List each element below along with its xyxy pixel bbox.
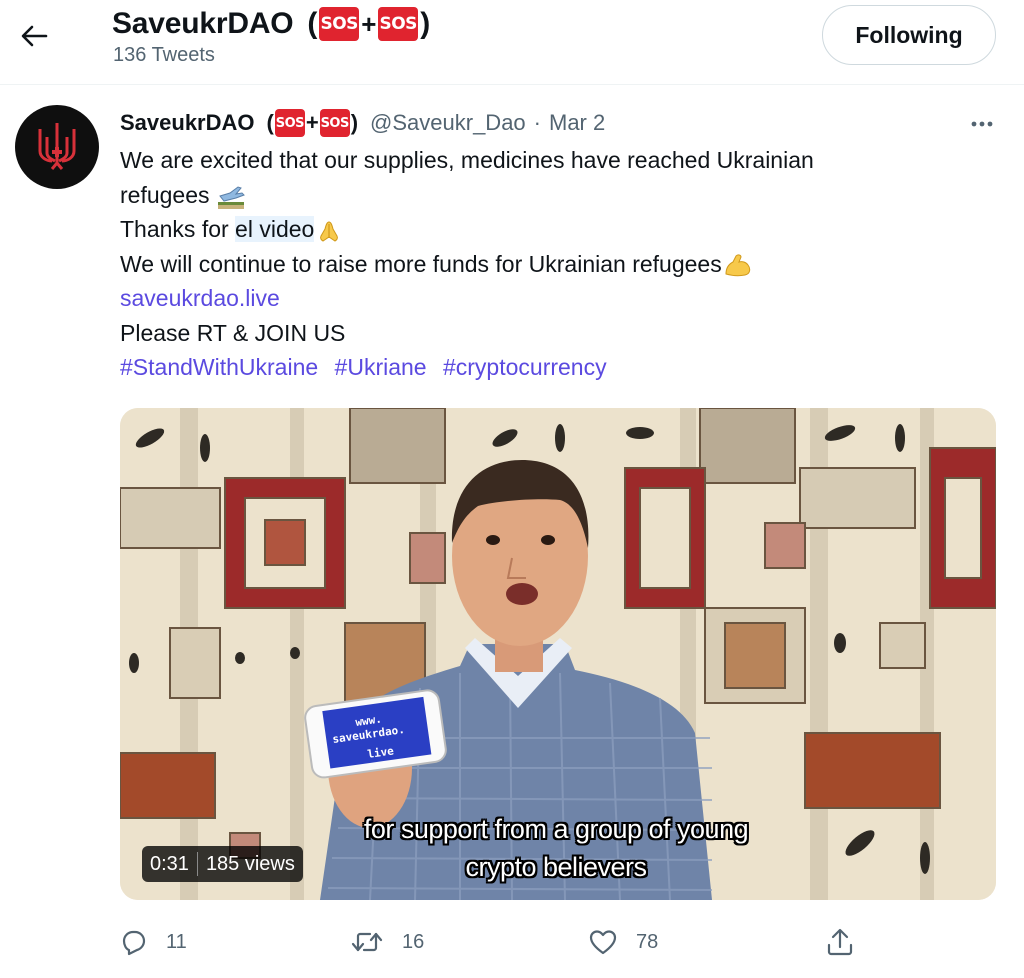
subtitle-line: for support from a group of young — [363, 814, 749, 844]
reply-button[interactable]: 11 — [120, 924, 187, 960]
avatar[interactable] — [15, 105, 99, 189]
arrow-left-icon — [21, 25, 48, 47]
hashtag-ukriane[interactable]: #Ukriane — [335, 354, 427, 380]
hashtag-standwithukraine[interactable]: #StandWithUkraine — [120, 354, 318, 380]
heart-icon — [589, 930, 617, 955]
video-stats-badge: 0:31 185 views — [142, 846, 303, 882]
sos-badge: SOS — [274, 109, 305, 137]
profile-header: SaveukrDAO ( SOS + SOS ) 136 Tweets Foll… — [0, 0, 1024, 85]
tweet-line: We will continue to raise more funds for… — [120, 250, 722, 277]
tweet-date[interactable]: Mar 2 — [549, 110, 605, 136]
tweet-line: refugees — [120, 181, 210, 208]
author-name[interactable]: SaveukrDAO — [120, 110, 255, 136]
like-count: 78 — [636, 930, 659, 953]
like-button[interactable]: 78 — [588, 924, 658, 960]
share-icon — [827, 928, 853, 956]
trident-logo-icon — [38, 123, 76, 170]
profile-name: SaveukrDAO — [112, 7, 294, 40]
flexed-biceps-emoji-icon — [725, 254, 750, 277]
more-horizontal-icon — [971, 121, 993, 127]
share-button[interactable] — [826, 924, 872, 960]
profile-title: SaveukrDAO ( SOS + SOS ) — [112, 7, 430, 41]
plus-sign: + — [361, 8, 377, 39]
back-button[interactable] — [14, 16, 54, 56]
separator: · — [533, 110, 541, 135]
sos-badge: SOS — [319, 7, 360, 41]
following-button[interactable]: Following — [822, 5, 996, 65]
video-subtitle: for support from a group of young crypto… — [256, 810, 856, 886]
sos-badge: SOS — [319, 109, 350, 137]
divider — [196, 852, 198, 876]
video-views: 185 views — [205, 852, 295, 875]
author-handle[interactable]: @Saveukr_Dao — [370, 110, 526, 136]
reply-count: 11 — [166, 930, 187, 953]
folded-hands-emoji-icon — [320, 221, 339, 242]
tweet-count: 136 Tweets — [113, 44, 215, 66]
hashtag-cryptocurrency[interactable]: #cryptocurrency — [443, 354, 607, 380]
el-video-link[interactable]: el video — [235, 216, 315, 242]
website-link[interactable]: saveukrdao.live — [120, 285, 280, 311]
more-options-button[interactable] — [960, 110, 1004, 138]
subtitle-line: crypto believers — [465, 852, 647, 882]
retweet-icon — [351, 932, 383, 952]
sos-badge: SOS — [378, 7, 419, 41]
tweet-line: Please RT & JOIN US — [120, 319, 346, 346]
reply-icon — [122, 930, 146, 956]
retweet-button[interactable]: 16 — [350, 924, 424, 960]
tweet-line: We are excited that our supplies, medici… — [120, 147, 814, 173]
airplane-departure-emoji-icon — [217, 186, 245, 210]
video-duration: 0:31 — [150, 852, 189, 875]
tweet-line: Thanks for — [120, 216, 236, 242]
plus-sign: + — [305, 110, 319, 135]
retweet-count: 16 — [402, 930, 425, 953]
tweet-header: SaveukrDAO ( SOS + SOS ) @Saveukr_Dao · … — [120, 109, 606, 137]
tweet-text: We are excited that our supplies, medici… — [120, 143, 1000, 385]
